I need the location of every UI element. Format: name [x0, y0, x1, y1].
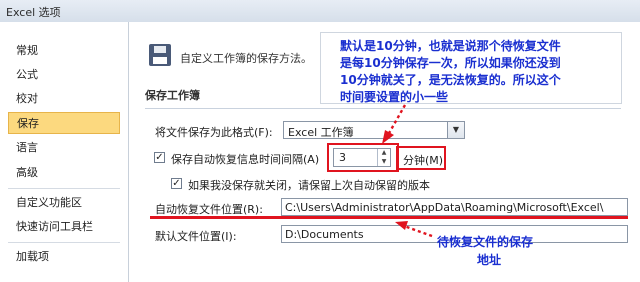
- section-title-save-workbooks: 保存工作簿: [145, 89, 200, 102]
- keep-last-autosaved-label: 如果我没保存就关闭，请保留上次自动保留的版本: [188, 179, 430, 192]
- default-location-value: D:\Documents: [285, 228, 364, 241]
- default-location-label: 默认文件位置(I):: [155, 230, 237, 243]
- chevron-down-icon[interactable]: ▼: [447, 122, 464, 138]
- save-format-value: Excel 工作簿: [288, 126, 354, 139]
- floppy-disk-icon: [149, 44, 171, 66]
- title-bar: Excel 选项: [0, 0, 640, 23]
- sidebar-item-general[interactable]: 常规: [8, 40, 120, 62]
- autorecover-location-label: 自动恢复文件位置(R):: [155, 203, 263, 216]
- sidebar-item-save[interactable]: 保存: [8, 112, 120, 134]
- save-format-select[interactable]: Excel 工作簿 ▼: [283, 121, 465, 139]
- window-title: Excel 选项: [6, 6, 61, 19]
- bottom-annotation-line: 待恢复文件的保存: [437, 235, 534, 249]
- section-divider: [145, 108, 621, 109]
- sidebar-item-proofing[interactable]: 校对: [8, 88, 120, 110]
- autorecover-location-field[interactable]: C:\Users\Administrator\AppData\Roaming\M…: [281, 198, 628, 216]
- excel-options-window: Excel 选项 常规 公式 校对 保存 语言 高级 自定义功能区 快速访问工具…: [0, 0, 640, 282]
- bottom-annotation-line: 地址: [477, 253, 502, 267]
- sidebar-item-advanced[interactable]: 高级: [8, 162, 120, 184]
- callout-text-line: 默认是10分钟，也就是说那个待恢复文件: [340, 39, 561, 53]
- sidebar-item-language[interactable]: 语言: [8, 137, 120, 159]
- location-underline: [150, 216, 628, 219]
- sidebar-item-quick-access-toolbar[interactable]: 快速访问工具栏: [8, 216, 120, 238]
- options-sidebar: 常规 公式 校对 保存 语言 高级 自定义功能区 快速访问工具栏 加载项: [0, 22, 129, 282]
- sidebar-item-customize-ribbon[interactable]: 自定义功能区: [8, 192, 120, 214]
- sidebar-item-formulas[interactable]: 公式: [8, 64, 120, 86]
- callout-text-line: 10分钟就关了，是无法恢复的。所以这个: [340, 73, 561, 87]
- callout-text-line: 是每10分钟保存一次，所以如果你还没到: [340, 56, 561, 70]
- callout-text-line: 时间要设置的小一些: [340, 90, 449, 104]
- interval-highlight-box: [327, 143, 399, 172]
- sidebar-divider: [8, 188, 120, 189]
- keep-last-autosaved-checkbox[interactable]: ✓: [171, 178, 182, 189]
- unit-highlight-box: [396, 146, 446, 170]
- sidebar-divider: [8, 242, 120, 243]
- autorecover-location-value: C:\Users\Administrator\AppData\Roaming\M…: [285, 201, 604, 214]
- save-format-label: 将文件保存为此格式(F):: [155, 126, 273, 139]
- sidebar-item-add-ins[interactable]: 加载项: [8, 246, 120, 268]
- panel-description: 自定义工作簿的保存方法。: [180, 52, 312, 65]
- autorecover-label: 保存自动恢复信息时间间隔(A): [171, 153, 320, 166]
- autorecover-checkbox[interactable]: ✓: [154, 152, 165, 163]
